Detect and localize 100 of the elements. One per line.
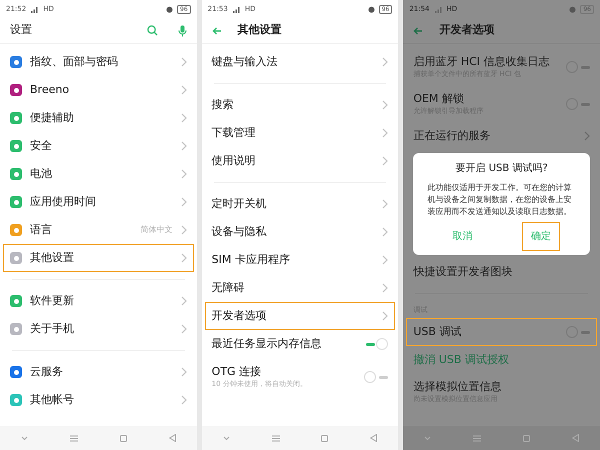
settings-row[interactable]: 关于手机 (3, 315, 194, 343)
row-label: 快捷设置开发者图块 (413, 265, 514, 279)
row-label: 云服务 (30, 365, 64, 379)
menu-icon[interactable] (272, 434, 280, 442)
settings-row[interactable]: SIM 卡应用程序 (204, 246, 396, 274)
chevron-right-icon (180, 225, 187, 235)
settings-row[interactable]: 电池 (3, 160, 194, 188)
microphone-icon[interactable] (178, 24, 187, 36)
settings-row[interactable]: 语言 简体中文 (3, 216, 194, 244)
triangle-back-icon[interactable] (168, 434, 176, 442)
chevron-right-icon (382, 311, 388, 321)
settings-row[interactable]: 云服务 (3, 358, 194, 386)
chevron-right-icon (382, 57, 388, 67)
chevron-right-icon (180, 169, 187, 179)
row-label: 其他设置 (30, 251, 75, 265)
settings-row[interactable]: 键盘与输入法 (204, 48, 396, 76)
row-label: 启用蓝牙 HCI 信息收集日志 (413, 54, 551, 68)
row-label: 最近任务显示内存信息 (212, 337, 323, 351)
square-icon[interactable] (321, 434, 328, 442)
page-title: 开发者选项 (439, 22, 494, 38)
settings-row[interactable]: USB 调试 (406, 318, 597, 346)
menu-icon[interactable] (473, 434, 482, 442)
toggle-switch[interactable] (566, 326, 590, 338)
settings-row[interactable]: 指纹、面部与密码 (3, 48, 194, 76)
chevron-right-icon (180, 395, 187, 405)
triangle-back-icon[interactable] (572, 434, 579, 442)
settings-row[interactable]: 使用说明 (204, 147, 396, 175)
chevron-right-icon (382, 100, 388, 110)
row-label: 开发者选项 (212, 309, 268, 323)
row-label: SIM 卡应用程序 (212, 253, 291, 267)
row-label: 正在运行的服务 (413, 129, 492, 143)
toggle-switch[interactable] (364, 370, 388, 382)
settings-row[interactable]: 其他帐号 (3, 386, 194, 414)
chevron-right-icon (382, 156, 388, 166)
settings-row[interactable]: 安全 (3, 132, 194, 160)
settings-row[interactable]: 其他设置 (3, 244, 194, 272)
chevron-right-icon (180, 324, 187, 334)
row-label: 其他帐号 (30, 393, 75, 407)
chevron-right-icon (180, 57, 187, 67)
chevron-right-icon (180, 197, 187, 207)
settings-row[interactable]: 最近任务显示内存信息 (204, 330, 396, 358)
alarm-clock-icon (569, 6, 576, 12)
row-label: 便捷辅助 (30, 111, 75, 125)
row-label: 软件更新 (30, 294, 75, 308)
settings-row[interactable]: 设备与隐私 (204, 218, 396, 246)
settings-row[interactable]: 开发者选项 (204, 302, 396, 330)
chevron-down-icon[interactable] (424, 436, 432, 440)
row-label: OEM 解锁 (413, 92, 465, 106)
toggle-switch[interactable] (566, 60, 590, 72)
chevron-right-icon (382, 283, 388, 293)
chevron-right-icon (180, 296, 187, 306)
page-title: 其他设置 (238, 22, 282, 38)
row-value: 简体中文 (140, 224, 173, 236)
chevron-right-icon (180, 141, 187, 151)
row-label: 无障碍 (212, 281, 246, 295)
row-label: 安全 (30, 139, 53, 153)
settings-row[interactable]: 应用使用时间 (3, 188, 194, 216)
chevron-right-icon (180, 113, 187, 123)
settings-row[interactable]: 搜索 (204, 91, 396, 119)
row-label: 语言 (30, 223, 53, 237)
settings-row[interactable]: Breeno (3, 76, 194, 104)
alarm-clock-icon (166, 6, 174, 12)
square-icon[interactable] (120, 434, 127, 442)
chevron-down-icon[interactable] (20, 436, 28, 440)
dialog-title: 要开启 USB 调试吗? (456, 162, 548, 176)
settings-row[interactable]: 便捷辅助 (3, 104, 194, 132)
chevron-right-icon (180, 367, 187, 377)
chevron-down-icon[interactable] (222, 436, 230, 440)
square-icon[interactable] (523, 434, 530, 442)
menu-icon[interactable] (70, 434, 78, 442)
row-label: 键盘与输入法 (212, 55, 279, 69)
toggle-switch[interactable] (364, 338, 388, 350)
settings-row[interactable]: 软件更新 (3, 287, 194, 315)
chevron-right-icon (584, 131, 590, 141)
row-label: USB 调试 (413, 324, 462, 338)
chevron-right-icon (382, 199, 388, 209)
toggle-switch[interactable] (566, 98, 590, 110)
settings-row[interactable]: 正在运行的服务 (406, 122, 597, 150)
chevron-right-icon (382, 128, 388, 138)
page-title: 设置 (10, 22, 32, 38)
row-label: Breeno (30, 83, 70, 97)
back-arrow-icon[interactable] (413, 26, 424, 34)
search-icon[interactable] (146, 25, 158, 36)
signal-icon (30, 6, 40, 12)
dialog-message: 此功能仅适用于开发工作。可在您的计算机与设备之间复制数据，在您的设备上安装应用而不发送通知以及读取日志数据。 (426, 182, 572, 218)
alarm-clock-icon (368, 6, 375, 12)
row-label: 应用使用时间 (30, 195, 97, 209)
settings-row[interactable]: 下载管理 (204, 119, 396, 147)
row-label: 下载管理 (212, 126, 257, 140)
back-arrow-icon[interactable] (212, 26, 222, 34)
triangle-back-icon[interactable] (370, 434, 378, 442)
chevron-right-icon (382, 255, 388, 265)
chevron-right-icon (180, 85, 187, 95)
settings-row[interactable]: 无障碍 (204, 274, 396, 302)
row-label: 指纹、面部与密码 (30, 55, 119, 69)
settings-row[interactable]: 定时开关机 (204, 190, 396, 218)
row-label: 电池 (30, 167, 53, 181)
settings-row[interactable]: 快捷设置开发者图块 (406, 258, 597, 286)
signal-icon (232, 6, 241, 12)
row-label: OTG 连接 (212, 364, 262, 378)
